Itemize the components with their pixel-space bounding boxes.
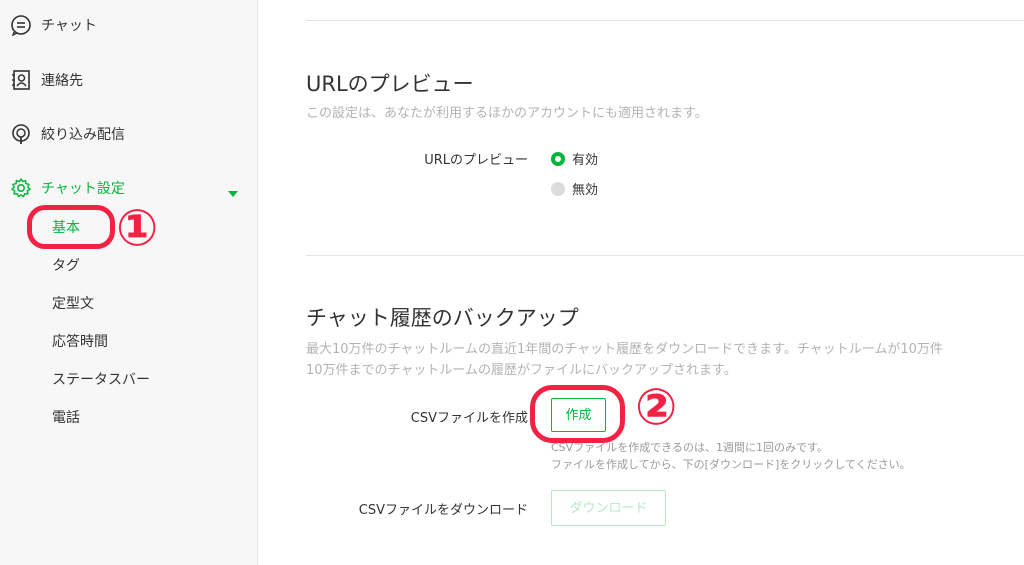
nav-item-contacts[interactable]: 連絡先 xyxy=(0,60,257,100)
radio-selected-icon xyxy=(551,151,565,166)
url-preview-row-label: URLのプレビュー xyxy=(424,153,528,168)
contact-card-icon xyxy=(8,67,34,93)
gear-icon xyxy=(8,175,34,201)
annotation-circle-basic xyxy=(27,205,115,249)
divider xyxy=(306,255,1024,256)
nav-label: 絞り込み配信 xyxy=(41,127,125,143)
create-note-line1: CSVファイルを作成できるのは、1週間に1回のみです。 xyxy=(551,441,828,454)
radio-label: 無効 xyxy=(572,183,599,198)
url-preview-description: この設定は、あなたが利用するほかのアカウントにも適用されます。 xyxy=(306,106,708,121)
main-content: URLのプレビュー この設定は、あなたが利用するほかのアカウントにも適用されます… xyxy=(258,0,1024,565)
nav-label: チャット設定 xyxy=(41,181,125,197)
nav-label: チャット xyxy=(41,18,97,34)
caret-down-icon xyxy=(228,185,238,201)
sub-item-response-time[interactable]: 応答時間 xyxy=(52,330,108,354)
sub-item-phone[interactable]: 電話 xyxy=(52,406,80,430)
nav-item-broadcast[interactable]: 絞り込み配信 xyxy=(0,114,257,154)
broadcast-icon xyxy=(8,121,34,147)
radio-label: 有効 xyxy=(572,153,599,168)
create-note-line2: ファイルを作成してから、下の[ダウンロード]をクリックしてください。 xyxy=(551,458,911,471)
divider xyxy=(306,20,1024,21)
radio-enabled[interactable]: 有効 xyxy=(551,149,598,168)
backup-description-line1: 最大10万件のチャットルームの直近1年間のチャット履歴をダウンロードできます。チ… xyxy=(306,342,943,357)
chat-bubble-icon xyxy=(8,12,34,38)
radio-disabled[interactable]: 無効 xyxy=(551,179,598,198)
radio-unselected-icon xyxy=(551,181,565,196)
annotation-number-one: ① xyxy=(116,199,159,257)
sub-item-tags[interactable]: タグ xyxy=(52,254,80,278)
nav-item-chat[interactable]: チャット xyxy=(0,5,257,45)
annotation-circle-create xyxy=(530,385,625,443)
backup-title: チャット履歴のバックアップ xyxy=(306,306,579,330)
create-csv-label: CSVファイルを作成 xyxy=(410,411,528,426)
nav-label: 連絡先 xyxy=(41,73,83,89)
sidebar: チャット 連絡先 絞り込み配信 チャット設定 基本 タグ 定型文 応答時間 ステ… xyxy=(0,0,258,565)
url-preview-title: URLのプレビュー xyxy=(306,72,474,96)
download-button[interactable]: ダウンロード xyxy=(551,490,666,526)
download-csv-label: CSVファイルをダウンロード xyxy=(358,503,528,518)
sub-item-templates[interactable]: 定型文 xyxy=(52,292,94,316)
annotation-number-two: ② xyxy=(635,378,678,436)
sub-item-status-bar[interactable]: ステータスバー xyxy=(52,368,150,392)
